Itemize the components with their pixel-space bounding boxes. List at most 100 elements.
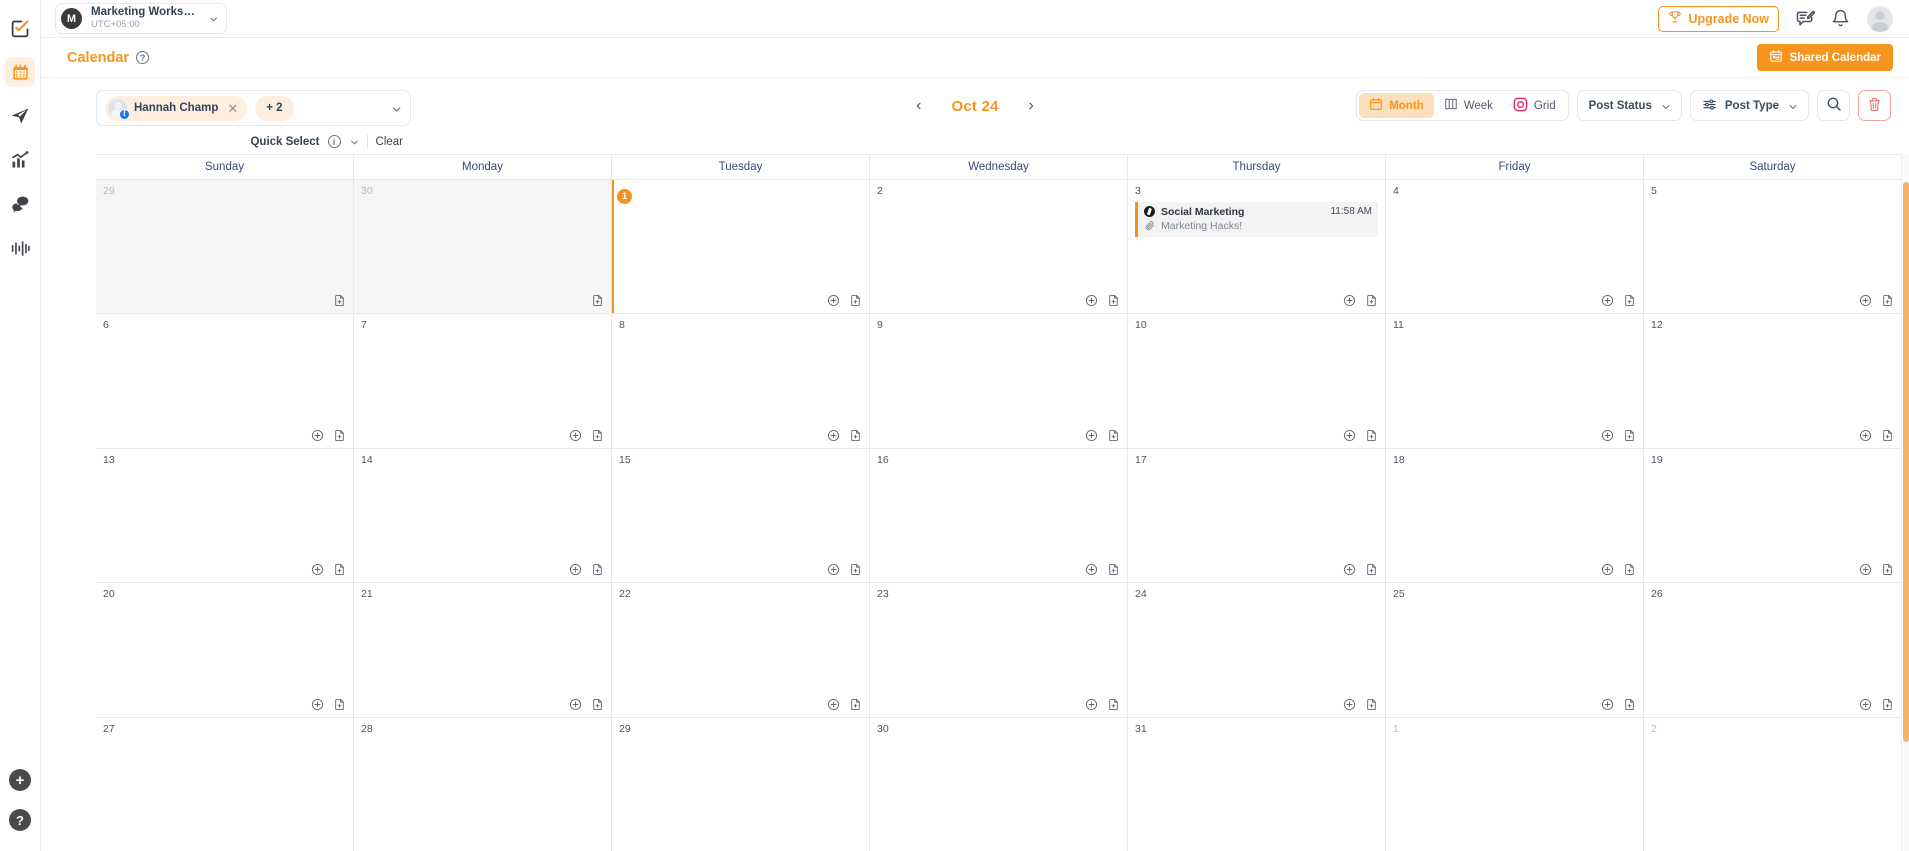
sidebar-item-analytics[interactable] — [0, 138, 41, 182]
calendar-event[interactable]: Social Marketing 11:58 AM Marketing Hack… — [1135, 201, 1378, 237]
plus-circle-icon[interactable] — [1085, 563, 1098, 576]
file-plus-icon[interactable] — [1365, 563, 1378, 576]
calendar-scrollbar[interactable] — [1901, 154, 1909, 851]
plus-circle-icon[interactable] — [827, 698, 840, 711]
day-cell[interactable]: 16 — [870, 448, 1128, 583]
chevron-down-icon[interactable] — [349, 137, 359, 147]
profile-chip[interactable]: f Hannah Champ ✕ — [105, 95, 248, 121]
prev-period-button[interactable]: ‹ — [912, 96, 925, 116]
day-cell[interactable]: 25 — [1386, 583, 1644, 717]
day-cell[interactable]: 9 — [870, 314, 1128, 448]
day-cell[interactable]: 29 — [612, 717, 870, 851]
day-cell[interactable]: 31 — [1128, 717, 1386, 851]
plus-circle-icon[interactable] — [311, 563, 324, 576]
day-cell[interactable]: 28 — [354, 717, 612, 851]
next-period-button[interactable]: › — [1025, 96, 1038, 116]
day-cell[interactable]: 11 — [1386, 314, 1644, 448]
day-cell[interactable]: 1 — [612, 180, 870, 314]
day-cell[interactable]: 5 — [1644, 180, 1901, 313]
day-cell[interactable]: 17 — [1128, 448, 1386, 583]
day-cell[interactable]: 2 — [1644, 717, 1901, 851]
file-plus-icon[interactable] — [1881, 294, 1894, 307]
file-plus-icon[interactable] — [1881, 429, 1894, 442]
plus-circle-icon[interactable] — [311, 698, 324, 711]
day-cell[interactable]: 3 Social Marketing 11:58 AM Marketing Ha… — [1128, 180, 1386, 314]
plus-circle-icon[interactable] — [1601, 563, 1614, 576]
day-cell[interactable]: 24 — [1128, 583, 1386, 717]
file-plus-icon[interactable] — [591, 429, 604, 442]
file-plus-icon[interactable] — [333, 429, 346, 442]
tab-month[interactable]: Month — [1359, 93, 1434, 118]
file-plus-icon[interactable] — [1623, 294, 1636, 307]
post-status-filter[interactable]: Post Status — [1576, 90, 1682, 121]
file-plus-icon[interactable] — [1623, 429, 1636, 442]
day-cell[interactable]: 2 — [870, 180, 1128, 314]
plus-circle-icon[interactable] — [1343, 563, 1356, 576]
help-icon[interactable]: ? — [136, 51, 150, 64]
workspace-switcher[interactable]: M Marketing Workspa... UTC+05:00 — [55, 3, 227, 34]
scrollbar-thumb[interactable] — [1903, 182, 1909, 742]
upgrade-now-button[interactable]: Upgrade Now — [1658, 5, 1779, 32]
plus-circle-icon[interactable] — [1859, 563, 1872, 576]
tab-week[interactable]: Week — [1434, 93, 1503, 118]
file-plus-icon[interactable] — [849, 563, 862, 576]
sidebar-item-listening[interactable] — [0, 226, 41, 270]
plus-circle-icon[interactable] — [1601, 429, 1614, 442]
profile-select[interactable]: f Hannah Champ ✕ + 2 — [96, 90, 411, 126]
plus-circle-icon[interactable] — [569, 698, 582, 711]
file-plus-icon[interactable] — [333, 698, 346, 711]
day-cell[interactable]: 21 — [354, 583, 612, 717]
tab-grid[interactable]: Grid — [1503, 93, 1566, 118]
file-plus-icon[interactable] — [1107, 698, 1120, 711]
file-plus-icon[interactable] — [333, 294, 346, 307]
plus-circle-icon[interactable] — [1859, 698, 1872, 711]
plus-circle-icon[interactable] — [1343, 698, 1356, 711]
plus-circle-icon[interactable] — [1085, 698, 1098, 711]
avatar[interactable] — [1867, 5, 1893, 32]
plus-circle-icon[interactable] — [1343, 429, 1356, 442]
file-plus-icon[interactable] — [1365, 698, 1378, 711]
day-cell[interactable]: 20 — [96, 583, 354, 717]
post-type-filter[interactable]: Post Type — [1689, 90, 1809, 121]
file-plus-icon[interactable] — [591, 563, 604, 576]
file-plus-icon[interactable] — [1623, 698, 1636, 711]
file-plus-icon[interactable] — [1881, 563, 1894, 576]
plus-circle-icon[interactable] — [569, 429, 582, 442]
day-cell[interactable]: 22 — [612, 583, 870, 717]
day-cell[interactable]: 14 — [354, 448, 612, 583]
profile-more-count[interactable]: + 2 — [255, 95, 294, 121]
day-cell[interactable]: 23 — [870, 583, 1128, 717]
plus-circle-icon[interactable] — [311, 429, 324, 442]
day-cell[interactable]: 10 — [1128, 314, 1386, 448]
info-icon[interactable]: i — [327, 135, 341, 148]
file-plus-icon[interactable] — [849, 294, 862, 307]
plus-circle-icon[interactable] — [569, 563, 582, 576]
compose-icon[interactable] — [1795, 9, 1815, 29]
clear-button[interactable]: Clear — [376, 136, 403, 148]
day-cell[interactable]: 8 — [612, 314, 870, 448]
plus-circle-icon[interactable] — [1601, 294, 1614, 307]
day-cell[interactable]: 27 — [96, 717, 354, 851]
shared-calendar-button[interactable]: Shared Calendar — [1756, 44, 1893, 71]
plus-circle-icon[interactable] — [1343, 294, 1356, 307]
plus-circle-icon[interactable] — [1085, 429, 1098, 442]
day-cell[interactable]: 7 — [354, 314, 612, 448]
plus-circle-icon[interactable] — [827, 429, 840, 442]
help-button[interactable]: ? — [9, 809, 31, 831]
file-plus-icon[interactable] — [1365, 294, 1378, 307]
file-plus-icon[interactable] — [1881, 698, 1894, 711]
day-cell[interactable]: 30 — [354, 180, 612, 314]
day-cell[interactable]: 4 — [1386, 180, 1644, 314]
file-plus-icon[interactable] — [1107, 294, 1120, 307]
plus-circle-icon[interactable] — [1085, 294, 1098, 307]
sidebar-item-calendar[interactable] — [0, 50, 41, 94]
file-plus-icon[interactable] — [1107, 563, 1120, 576]
plus-circle-icon[interactable] — [1859, 294, 1872, 307]
file-plus-icon[interactable] — [1107, 429, 1120, 442]
file-plus-icon[interactable] — [1365, 429, 1378, 442]
day-cell[interactable]: 19 — [1644, 449, 1901, 582]
delete-button[interactable] — [1858, 90, 1891, 121]
day-cell[interactable]: 1 — [1386, 717, 1644, 851]
file-plus-icon[interactable] — [849, 429, 862, 442]
chevron-down-icon[interactable] — [390, 103, 401, 113]
